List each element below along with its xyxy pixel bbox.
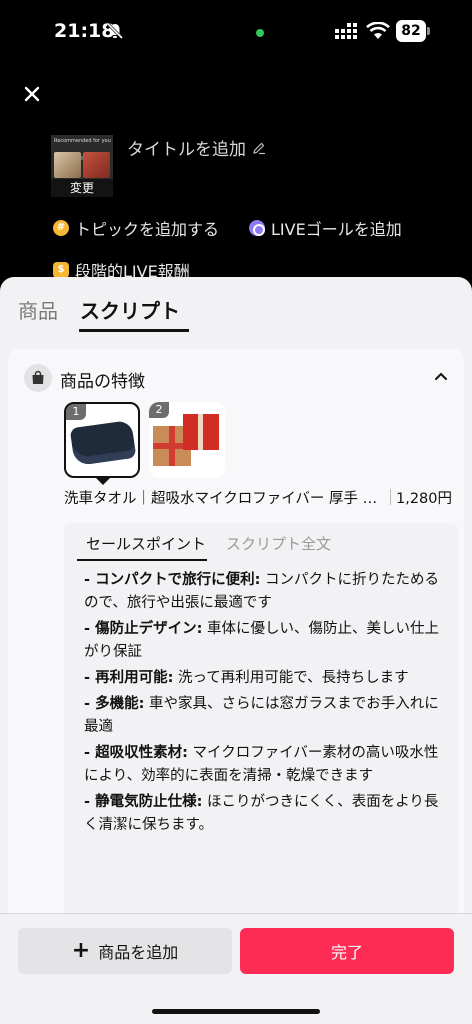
cover-thumbnail[interactable]: Recommended for you 変更 [51,135,113,197]
add-live-goal-button[interactable]: LIVEゴールを追加 [249,216,402,240]
bottom-sheet: 商品 スクリプト 商品の特徴 1 2 洗車タオル｜超吸水マイクロファイバー 厚手… [0,277,472,1024]
bottom-action-bar: + 商品を追加 完了 [0,914,472,1024]
battery-icon: 82 [396,20,430,42]
plus-icon: + [71,938,91,963]
product-price: 1,280円 [396,491,453,507]
product-thumb-1[interactable]: 1 [64,402,140,478]
tab-products[interactable]: 商品 [18,295,58,324]
feature-card-header[interactable]: 商品の特徴 [8,349,464,401]
list-item: - コンパクトで旅行に便利: コンパクトに折りたためるので、旅行や出張に最適です [84,572,439,611]
product-feature-card: 商品の特徴 1 2 洗車タオル｜超吸水マイクロファイバー 厚手 柔らかい 1,2… [8,349,464,949]
selling-points-list: - コンパクトで旅行に便利: コンパクトに折りたためるので、旅行や出張に最適です… [84,569,448,840]
towel-image [69,419,137,467]
add-title-button[interactable]: タイトルを追加 [127,135,266,160]
product-thumb-2[interactable]: 2 [149,402,225,478]
product-name: 洗車タオル｜超吸水マイクロファイバー 厚手 柔らかい [64,491,384,507]
screen: 21:18 82 Recommended for you 変更 タイトルを追加 … [0,0,472,1024]
feature-card-title: 商品の特徴 [60,372,145,392]
reward-icon [53,262,69,278]
bell-muted-icon [106,22,124,40]
script-panel: セールスポイント スクリプト全文 - コンパクトで旅行に便利: コンパクトに折り… [64,523,458,949]
done-button[interactable]: 完了 [240,928,454,974]
add-title-label: タイトルを追加 [127,140,246,160]
chevron-up-icon[interactable] [434,371,448,381]
add-product-label: 商品を追加 [98,943,179,962]
product-index-1: 1 [66,404,86,420]
tab-script[interactable]: スクリプト [80,295,180,324]
thumbnail-caption: Recommended for you [54,138,111,144]
change-cover-label[interactable]: 変更 [51,179,113,197]
product-index-2: 2 [149,402,169,418]
signal-icon [335,23,357,39]
home-indicator[interactable] [152,1009,320,1014]
add-live-goal-label: LIVEゴールを追加 [271,220,402,239]
topic-icon [53,220,69,236]
sheet-tabs: 商品 スクリプト [0,277,472,333]
tab-selling-points[interactable]: セールスポイント [86,533,206,554]
add-topic-label: トピックを追加する [75,220,220,239]
list-item: - 再利用可能: 洗って再利用可能で、長持ちします [84,670,409,686]
tab-active-indicator [79,329,189,332]
recording-indicator [256,29,264,37]
done-label: 完了 [330,943,363,962]
target-icon [249,220,265,236]
list-item: - 多機能: 車や家具、さらには窓ガラスまでお手入れに最適 [84,696,439,735]
add-product-button[interactable]: + 商品を追加 [18,928,232,974]
thumbnail-image-2 [83,152,110,178]
gift-box-image [183,414,219,450]
close-icon[interactable] [22,84,42,104]
subtab-active-indicator [77,559,207,561]
selected-pointer [96,478,110,485]
battery-level: 82 [396,20,426,42]
divider [390,489,391,505]
list-item: - 超吸収性素材: マイクロファイバー素材の高い吸水性により、効率的に表面を清掃… [84,745,439,784]
status-bar: 21:18 82 [0,0,472,62]
list-item: - 静電気防止仕様: ほこりがつきにくく、表面をより長く清潔に保ちます。 [84,794,439,833]
tab-full-script[interactable]: スクリプト全文 [226,533,331,554]
add-topic-button[interactable]: トピックを追加する [53,216,219,240]
wifi-icon [366,22,390,39]
list-item: - 傷防止デザイン: 車体に優しい、傷防止、美しい仕上がり保証 [84,621,439,660]
thumbnail-image-1 [54,152,81,178]
pencil-icon [253,142,265,154]
shopping-bag-icon [24,364,52,392]
